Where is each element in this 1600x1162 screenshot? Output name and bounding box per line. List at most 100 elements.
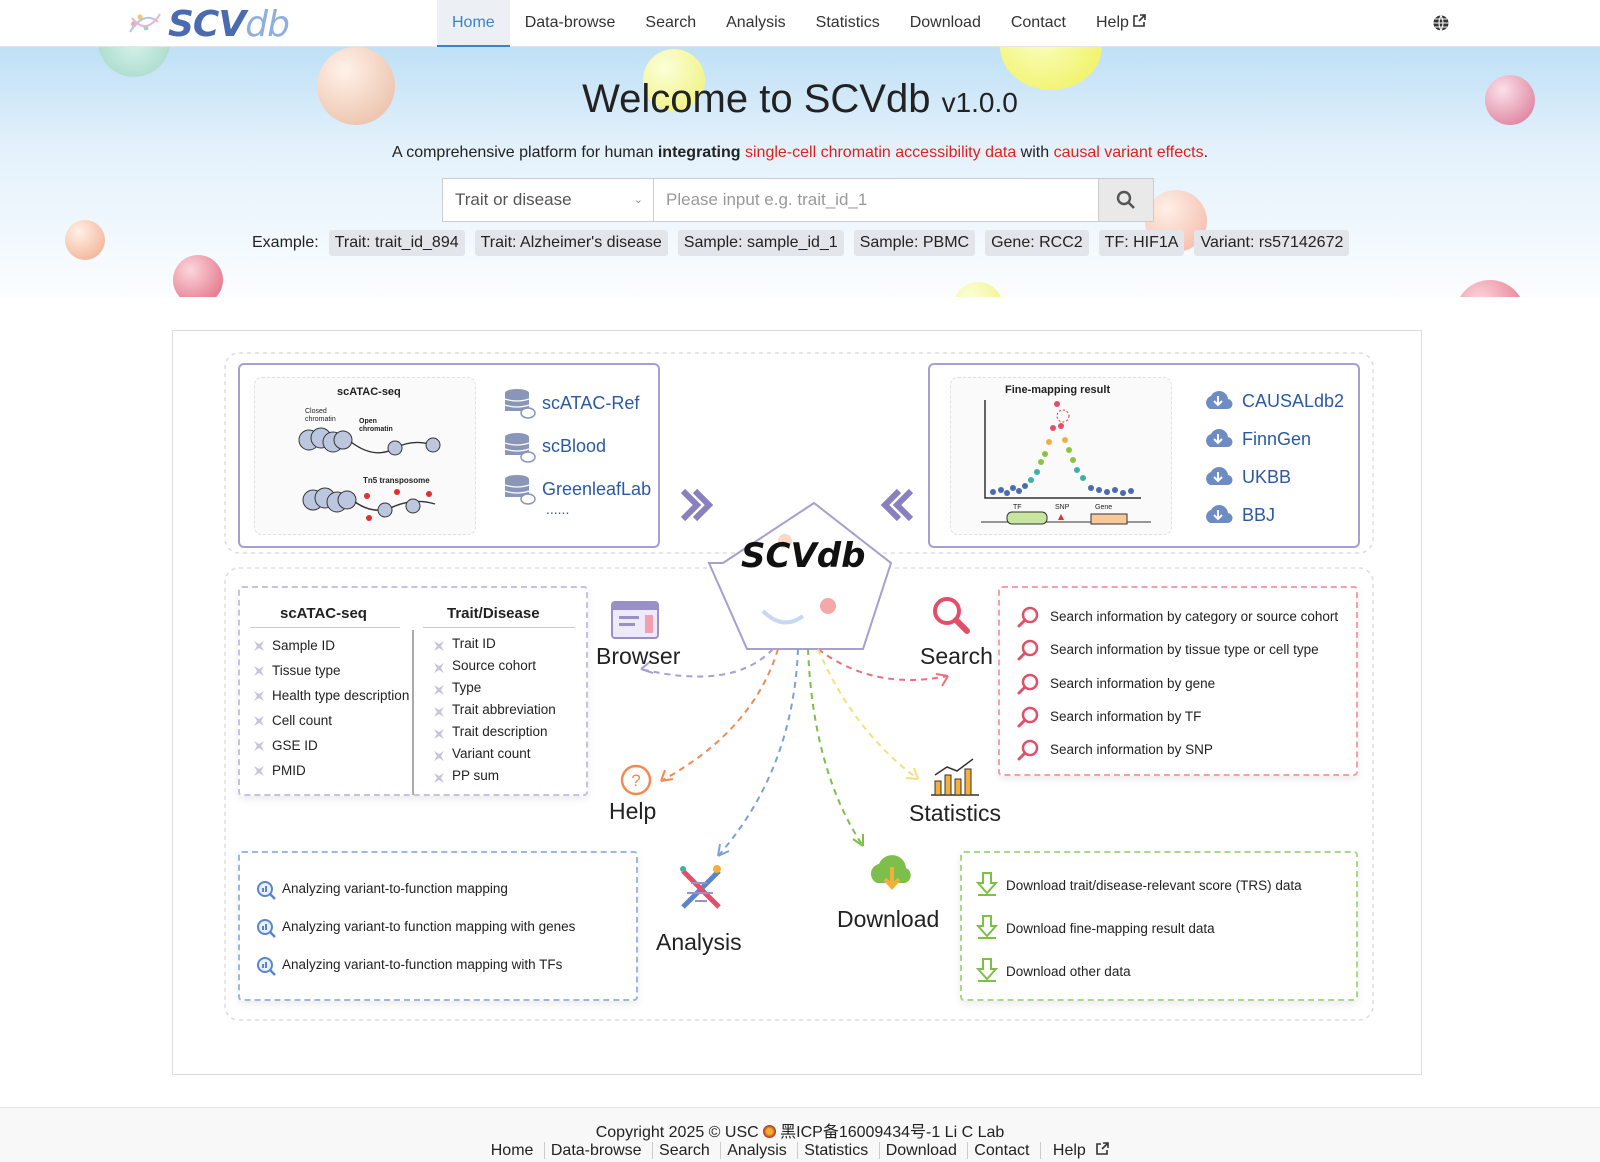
nav-data-browse[interactable]: Data-browse: [510, 0, 631, 47]
subtitle-highlight: single-cell chromatin accessibility data: [744, 144, 1017, 161]
external-link-icon: [1096, 1142, 1110, 1155]
trait-field-list: Trait ID Source cohort Type Trait abbrev…: [428, 633, 556, 787]
logo-text-db: db: [245, 4, 290, 45]
nav-help[interactable]: Help: [1081, 0, 1161, 47]
cloud-download-icon: [870, 855, 911, 891]
nav-statistics[interactable]: Statistics: [801, 0, 895, 47]
logo-text: SCV: [168, 4, 246, 45]
external-link-icon: [1133, 14, 1147, 27]
footer-link-statistics[interactable]: Statistics: [797, 1142, 875, 1159]
nav-help-label: Help: [1095, 14, 1129, 31]
decor-bubble: [953, 282, 1003, 297]
example-chip[interactable]: Trait: trait_id_894: [328, 230, 465, 256]
icp-link[interactable]: 黑ICP备16009434号-1 Li C Lab: [780, 1124, 1004, 1141]
footer-link-contact[interactable]: Contact: [967, 1142, 1036, 1159]
field-item: Health type description: [248, 683, 409, 708]
cloud-download-icon: [1206, 467, 1233, 486]
search-bar: Trait or disease ⌄ Please input e.g. trai…: [442, 178, 1154, 222]
copyright: Copyright 2025 © USC 黑ICP备16009434号-1 Li…: [0, 1118, 1600, 1142]
search-input[interactable]: Please input e.g. trait_id_1: [654, 179, 1098, 221]
search-icon: [1017, 606, 1039, 628]
example-chip[interactable]: TF: HIF1A: [1098, 230, 1185, 256]
copyright-text: Copyright 2025 © USC: [595, 1124, 764, 1141]
db-source-more: ......: [546, 501, 570, 517]
search-icon: [1116, 190, 1135, 209]
subtitle-part: A comprehensive platform for human: [391, 144, 658, 161]
field-item: PMID: [248, 758, 409, 783]
snp-label: SNP: [1055, 504, 1070, 511]
search-node-icon: [933, 597, 970, 634]
footer-link-analysis[interactable]: Analysis: [720, 1142, 793, 1159]
page-footer: Copyright 2025 © USC 黑ICP备16009434号-1 Li…: [0, 1107, 1600, 1162]
nav-analysis[interactable]: Analysis: [711, 0, 801, 47]
search-features-box: Search information by category or source…: [998, 586, 1358, 776]
search-category-select[interactable]: Trait or disease ⌄: [443, 179, 654, 221]
db-source-item: scATAC-Ref: [542, 393, 640, 413]
footer-link-search[interactable]: Search: [652, 1142, 716, 1159]
cloud-download-icon: [1206, 391, 1233, 410]
center-logo: SCVdb: [741, 536, 866, 576]
download-feature-item: Download other data: [1006, 964, 1131, 979]
search-icon: [1017, 639, 1039, 661]
decor-bubble: [98, 47, 170, 77]
footer-link-download[interactable]: Download: [878, 1142, 963, 1159]
download-arrow-icon: [976, 872, 998, 896]
magnifier-chart-icon: [257, 957, 276, 976]
decor-bubble: [173, 255, 223, 297]
footer-link-home[interactable]: Home: [485, 1142, 540, 1159]
footer-link-help-label: Help: [1052, 1142, 1086, 1159]
search-feature-item: Search information by category or source…: [1050, 609, 1339, 624]
dna-icon: [680, 865, 721, 909]
search-feature-item: Search information by SNP: [1050, 742, 1213, 757]
footer-link-help[interactable]: Help: [1039, 1142, 1116, 1159]
example-chip[interactable]: Sample: PBMC: [853, 230, 976, 256]
decor-bubble: [1455, 280, 1525, 297]
gwas-source-item: FinnGen: [1242, 429, 1312, 449]
svg-text:?: ?: [631, 771, 640, 790]
analysis-feature-item: Analyzing variant-to-function mapping: [282, 881, 508, 896]
page-subtitle: A comprehensive platform for human integ…: [0, 144, 1600, 162]
example-chip[interactable]: Gene: RCC2: [985, 230, 1089, 256]
nav-home[interactable]: Home: [437, 0, 510, 47]
field-item: Trait description: [428, 721, 556, 743]
example-chip[interactable]: Variant: rs57142672: [1194, 230, 1350, 256]
field-item: PP sum: [428, 765, 556, 787]
globe-icon[interactable]: [1432, 14, 1450, 32]
finemap-illustration: Fine-mapping result TF SNP Gene: [950, 377, 1172, 535]
search-button[interactable]: [1098, 179, 1153, 221]
nav-download[interactable]: Download: [895, 0, 996, 47]
divider: [412, 630, 414, 795]
field-item: Sample ID: [248, 633, 409, 658]
browser-node-label: Browser: [596, 643, 681, 669]
gwas-source-item: BBJ: [1242, 505, 1276, 525]
scatac-field-list: Sample ID Tissue type Health type descri…: [248, 633, 409, 783]
finemap-illustration-title: Fine-mapping result: [1005, 384, 1111, 396]
finemap-sources-box: Fine-mapping result TF SNP Gene CAUSALdb: [928, 363, 1360, 548]
scatac-sources-box: scATAC-seq Closed chromatin Open chromat…: [238, 363, 660, 548]
example-chip[interactable]: Sample: sample_id_1: [677, 230, 844, 256]
statistics-node-label: Statistics: [909, 800, 1002, 826]
search-icon: [1017, 706, 1039, 728]
hero-banner: Welcome to SCVdb v1.0.0 A comprehensive …: [0, 47, 1600, 297]
footer-link-data-browse[interactable]: Data-browse: [543, 1142, 648, 1159]
site-logo[interactable]: SCVdb: [168, 4, 290, 45]
field-item: Cell count: [248, 708, 409, 733]
logo-icon: [129, 13, 161, 33]
analysis-node-label: Analysis: [656, 929, 742, 955]
footer-links: Home Data-browse Search Analysis Statist…: [0, 1142, 1600, 1160]
search-feature-item: Search information by TF: [1050, 709, 1202, 724]
version-label: v1.0.0: [941, 87, 1018, 118]
chromatin-icon: [298, 427, 441, 521]
browser-icon: [611, 601, 659, 639]
select-value: Trait or disease: [455, 190, 572, 209]
top-navbar: SCVdb Home Data-browse Search Analysis S…: [0, 0, 1600, 47]
decor-bubble: [65, 220, 105, 260]
nav-contact[interactable]: Contact: [996, 0, 1081, 47]
cloud-download-icon: [1206, 505, 1233, 524]
example-chip[interactable]: Trait: Alzheimer's disease: [474, 230, 668, 256]
nav-search[interactable]: Search: [630, 0, 711, 47]
browse-fields-box: scATAC-seq Sample ID Tissue type Health …: [238, 586, 588, 796]
search-icon: [1017, 739, 1039, 761]
page-title: Welcome to SCVdb v1.0.0: [0, 77, 1600, 122]
example-label: Example:: [252, 234, 319, 251]
